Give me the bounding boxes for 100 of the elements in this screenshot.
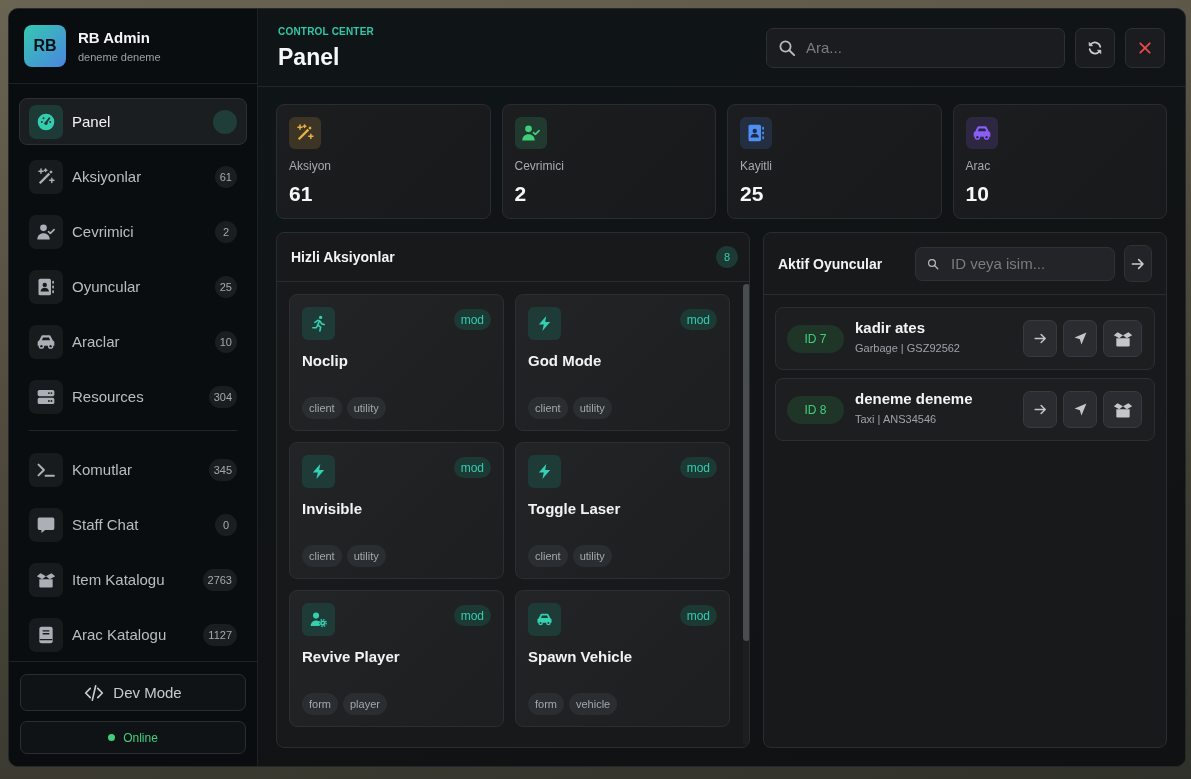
nav-item[interactable]: Oyuncular 25 xyxy=(19,263,247,310)
tag: client xyxy=(528,545,568,567)
nav-count: 2 xyxy=(215,220,237,243)
user-check-icon xyxy=(514,117,547,149)
arrow-button[interactable] xyxy=(1023,320,1057,357)
nav-item[interactable]: Resources 304 xyxy=(19,373,247,420)
box-button[interactable] xyxy=(1103,320,1142,357)
go-button[interactable] xyxy=(1124,245,1152,282)
tag: utility xyxy=(346,545,386,567)
nav-item[interactable]: Aksiyonlar 61 xyxy=(19,153,247,200)
action-count: 8 xyxy=(716,246,738,268)
magic-wand-icon xyxy=(29,159,63,194)
user-name: deneme deneme xyxy=(78,51,161,63)
nav-item[interactable]: Panel xyxy=(19,98,247,145)
lightning-bolt-icon xyxy=(528,307,561,340)
action-title: Toggle Laser xyxy=(528,500,622,517)
box-button[interactable] xyxy=(1103,391,1142,428)
arrow-right-icon xyxy=(1032,402,1048,417)
nav-item[interactable]: Araclar 10 xyxy=(19,318,247,365)
car-icon xyxy=(29,324,63,359)
player-id: ID 7 xyxy=(787,324,844,353)
category-tag: mod xyxy=(453,457,491,478)
navigation-button[interactable] xyxy=(1063,391,1097,428)
action-card[interactable]: mod Toggle Laser client utility xyxy=(515,442,730,579)
action-card[interactable]: mod Spawn Vehicle form vehicle xyxy=(515,590,730,727)
close-icon xyxy=(1137,39,1153,56)
contact-book-icon xyxy=(740,117,772,149)
action-title: Invisible xyxy=(302,500,364,517)
stat-value: 25 xyxy=(740,182,765,206)
tag: client xyxy=(302,545,342,567)
nav-count: 25 xyxy=(214,275,237,298)
player-vehicle: Taxi | ANS34546 xyxy=(855,413,938,425)
action-card[interactable]: mod Noclip client utility xyxy=(289,294,504,431)
box-icon xyxy=(29,562,63,597)
category-tag: mod xyxy=(453,309,491,330)
nav-item[interactable]: Staff Chat 0 xyxy=(19,501,247,548)
tag: player xyxy=(343,693,387,715)
nav-item[interactable]: Item Katalogu 2763 xyxy=(19,556,247,603)
player-id: ID 8 xyxy=(787,395,844,424)
tag: client xyxy=(528,397,568,419)
action-title: God Mode xyxy=(528,352,603,369)
stat-value: 61 xyxy=(289,182,314,206)
search-icon xyxy=(927,257,939,270)
nav-count: 304 xyxy=(208,385,237,408)
user-gear-icon xyxy=(302,603,335,636)
player-name: kadir ates xyxy=(855,319,927,336)
car-icon xyxy=(965,117,998,149)
refresh-button[interactable] xyxy=(1075,27,1115,68)
navigation-button[interactable] xyxy=(1063,320,1097,357)
nav-count: 345 xyxy=(208,458,237,481)
terminal-icon xyxy=(29,452,63,487)
dev-mode-button[interactable]: Dev Mode xyxy=(20,674,246,711)
gauge-icon xyxy=(29,104,63,139)
stat-label: Cevrimici xyxy=(514,159,565,173)
category-tag: mod xyxy=(679,309,717,330)
nav-item[interactable]: Arac Katalogu 1127 xyxy=(19,611,247,658)
player-name: deneme deneme xyxy=(855,390,974,407)
lightning-bolt-icon xyxy=(302,455,335,488)
app-title: RB Admin xyxy=(78,29,151,46)
code-icon xyxy=(84,682,105,703)
nav-item[interactable]: Cevrimici 2 xyxy=(19,208,247,255)
nav-count: 1127 xyxy=(203,623,237,646)
tag: form xyxy=(528,693,564,715)
page-title: Panel xyxy=(278,43,341,71)
action-card[interactable]: mod Invisible client utility xyxy=(289,442,504,579)
search-icon xyxy=(778,38,796,57)
nav-item[interactable]: Komutlar 345 xyxy=(19,446,247,493)
stat-label: Kayitli xyxy=(740,159,773,173)
category-tag: mod xyxy=(679,605,717,626)
category-tag: mod xyxy=(453,605,491,626)
arrow-button[interactable] xyxy=(1023,391,1057,428)
car-icon xyxy=(528,603,561,636)
nav-count: 61 xyxy=(214,165,237,188)
scrollbar-thumb[interactable] xyxy=(743,284,749,641)
status-label: Online xyxy=(123,730,158,745)
player-vehicle: Garbage | GSZ92562 xyxy=(855,342,961,354)
section-eyebrow: CONTROL CENTER xyxy=(278,26,374,37)
stat-label: Aksiyon xyxy=(289,159,333,173)
tag: client xyxy=(302,397,342,419)
player-search-field[interactable]: ID veya isim... xyxy=(915,246,1115,281)
stat-value: 2 xyxy=(514,182,528,206)
active-indicator-icon xyxy=(213,109,237,134)
panel-title: Aktif Oyuncular xyxy=(778,255,883,272)
action-title: Revive Player xyxy=(302,648,401,665)
navigation-arrow-icon xyxy=(1072,402,1088,417)
user-check-icon xyxy=(29,214,63,249)
book-icon xyxy=(29,617,63,652)
stat-label: Arac xyxy=(965,159,992,173)
action-card[interactable]: mod Revive Player form player xyxy=(289,590,504,727)
navigation-arrow-icon xyxy=(1072,331,1088,346)
arrow-right-icon xyxy=(1032,331,1048,346)
close-button[interactable] xyxy=(1125,27,1165,68)
search-field[interactable]: Ara... xyxy=(766,27,1065,68)
avatar: RB xyxy=(24,25,66,67)
server-icon xyxy=(29,379,63,414)
running-person-icon xyxy=(302,307,335,340)
action-title: Noclip xyxy=(302,352,349,369)
action-card[interactable]: mod God Mode client utility xyxy=(515,294,730,431)
nav-count: 0 xyxy=(215,513,237,536)
tag: utility xyxy=(346,397,386,419)
